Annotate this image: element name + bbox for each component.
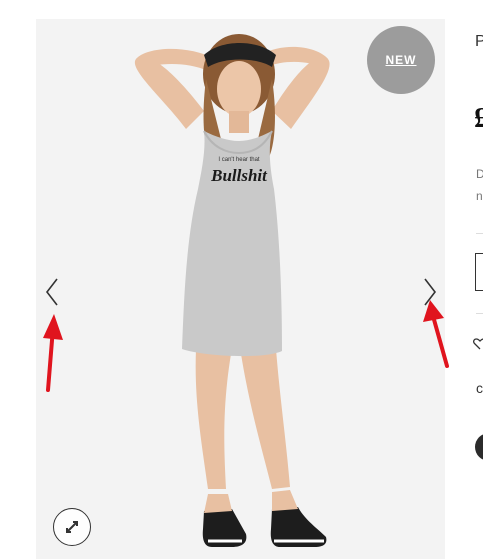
size-select[interactable] bbox=[475, 253, 483, 291]
product-option-label: c bbox=[476, 380, 483, 396]
zoom-button[interactable] bbox=[53, 508, 91, 546]
shirt-print-main: Bullshit bbox=[210, 166, 268, 185]
share-icon[interactable] bbox=[475, 433, 483, 461]
expand-icon bbox=[66, 521, 78, 533]
product-price: £ bbox=[474, 103, 483, 134]
previous-image-button[interactable] bbox=[41, 274, 63, 310]
product-description-line: D bbox=[476, 167, 483, 181]
new-badge: NEW bbox=[367, 26, 435, 94]
product-image-gallery: I can't hear that Bullshit NEW bbox=[36, 19, 445, 559]
brand-name[interactable]: P bbox=[475, 33, 483, 51]
divider bbox=[476, 313, 483, 314]
shirt-print-small: I can't hear that bbox=[218, 157, 260, 163]
product-description-line: n bbox=[476, 189, 483, 203]
chevron-left-icon bbox=[45, 278, 58, 306]
annotation-arrow-right bbox=[423, 300, 449, 368]
product-photo: I can't hear that Bullshit bbox=[36, 19, 445, 559]
annotation-arrow-left bbox=[43, 314, 63, 392]
divider bbox=[476, 233, 483, 234]
heart-icon[interactable] bbox=[473, 337, 483, 351]
